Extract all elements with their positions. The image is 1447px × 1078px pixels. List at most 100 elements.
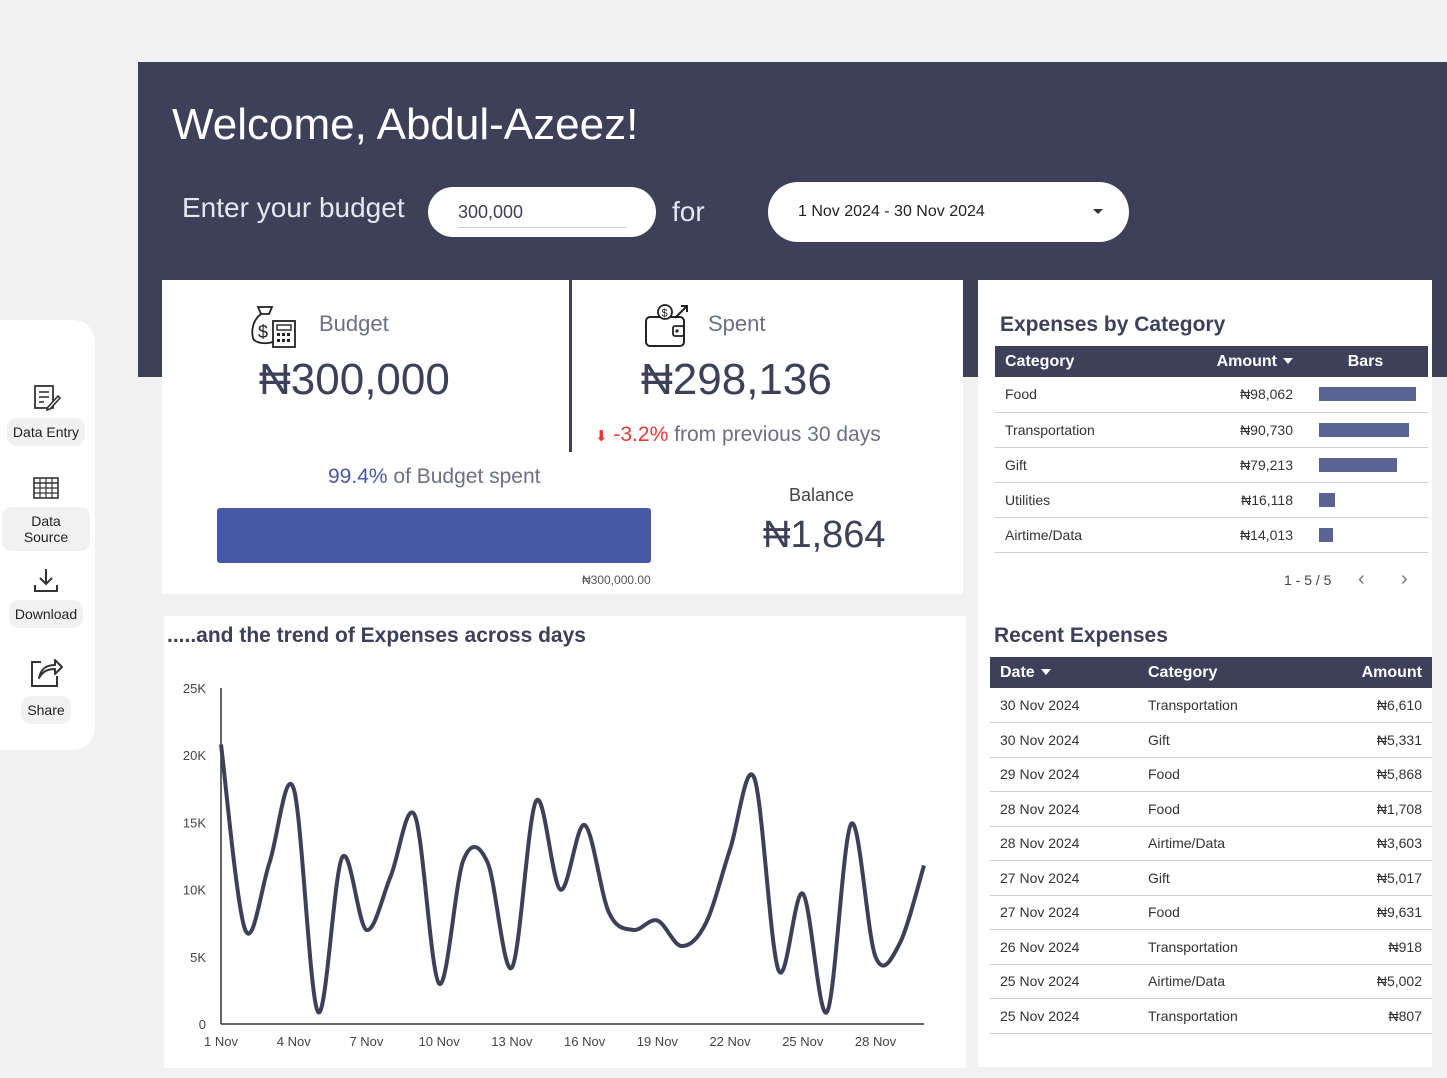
data-point xyxy=(461,858,465,862)
column-header-bars[interactable]: Bars xyxy=(1303,346,1428,377)
x-tick-label: 7 Nov xyxy=(349,1034,383,1049)
data-point xyxy=(413,814,417,818)
data-entry-icon xyxy=(34,385,61,412)
amount-cell: ₦14,013 xyxy=(1165,517,1303,553)
table-row[interactable]: 28 Nov 2024 Food ₦1,708 xyxy=(990,791,1432,827)
data-point xyxy=(801,892,805,896)
sidebar-item-label: Download xyxy=(8,600,84,628)
y-tick-label: 10K xyxy=(183,883,206,898)
sidebar-item-data-entry[interactable]: Data Entry xyxy=(6,382,86,446)
balance-label: Balance xyxy=(789,485,855,505)
wallet-icon: $ xyxy=(645,304,688,347)
chevron-down-icon xyxy=(1093,209,1103,214)
sidebar-item-share[interactable]: Share xyxy=(6,654,86,724)
column-header-date[interactable]: Date xyxy=(990,657,1138,688)
sidebar-item-label: Share xyxy=(21,696,71,724)
arrow-down-icon: ⬇ xyxy=(595,428,608,445)
progress-max-label: ₦300,000.00 xyxy=(582,573,651,587)
data-point xyxy=(219,742,223,746)
date-cell: 26 Nov 2024 xyxy=(990,929,1138,965)
budget-input[interactable] xyxy=(458,197,626,228)
kpi-divider xyxy=(569,280,572,452)
category-cell: Food xyxy=(1138,895,1308,930)
x-tick-label: 4 Nov xyxy=(277,1034,311,1049)
date-cell: 30 Nov 2024 xyxy=(990,688,1138,723)
amount-cell: ₦5,868 xyxy=(1308,757,1432,792)
amount-cell: ₦3,603 xyxy=(1308,826,1432,861)
category-cell: Gift xyxy=(1138,722,1308,758)
table-icon xyxy=(33,477,59,499)
date-cell: 30 Nov 2024 xyxy=(990,722,1138,758)
column-header-category[interactable]: Category xyxy=(1138,657,1308,688)
recent-expenses-table: Date Category Amount 30 Nov 2024 Transpor… xyxy=(990,657,1432,1034)
x-tick-label: 25 Nov xyxy=(782,1034,824,1049)
table-row[interactable]: 27 Nov 2024 Food ₦9,631 xyxy=(990,895,1432,930)
amount-cell: ₦79,213 xyxy=(1165,447,1303,483)
table-row[interactable]: Airtime/Data ₦14,013 xyxy=(995,517,1428,553)
x-tick-label: 19 Nov xyxy=(637,1034,679,1049)
chevron-left-icon[interactable]: ‹ xyxy=(1358,568,1365,591)
table-row[interactable]: 25 Nov 2024 Transportation ₦807 xyxy=(990,998,1432,1034)
sort-desc-icon xyxy=(1040,669,1051,676)
table-row[interactable]: Gift ₦79,213 xyxy=(995,447,1428,483)
category-table: Category Amount Bars Food ₦98,062 Transpor… xyxy=(995,346,1428,553)
sidebar-item-data-source[interactable]: Data Source xyxy=(2,475,90,551)
category-cell: Transportation xyxy=(1138,929,1308,965)
svg-text:$: $ xyxy=(258,322,268,342)
data-point xyxy=(922,863,926,867)
data-point xyxy=(583,823,587,827)
x-tick-label: 1 Nov xyxy=(204,1034,238,1049)
for-label: for xyxy=(672,196,705,227)
chevron-right-icon[interactable]: › xyxy=(1401,568,1408,591)
data-point xyxy=(874,955,878,959)
table-row[interactable]: 30 Nov 2024 Gift ₦5,331 xyxy=(990,722,1432,758)
sidebar: Data Entry Data Source Download Share xyxy=(0,320,95,750)
table-row[interactable]: 26 Nov 2024 Transportation ₦918 xyxy=(990,929,1432,965)
download-icon xyxy=(34,569,58,592)
amount-cell: ₦1,708 xyxy=(1308,791,1432,827)
column-header-amount[interactable]: Amount xyxy=(1165,346,1303,377)
table-row[interactable]: Food ₦98,062 xyxy=(995,377,1428,413)
category-cell: Transportation xyxy=(1138,688,1308,723)
table-row[interactable]: Utilities ₦16,118 xyxy=(995,482,1428,518)
bar-cell xyxy=(1303,412,1428,448)
date-range-select[interactable]: 1 Nov 2024 - 30 Nov 2024 xyxy=(768,182,1129,242)
data-point xyxy=(631,928,635,932)
table-row[interactable]: 28 Nov 2024 Airtime/Data ₦3,603 xyxy=(990,826,1432,861)
budget-input-container xyxy=(428,187,656,237)
y-tick-label: 5K xyxy=(190,950,206,965)
column-header-amount[interactable]: Amount xyxy=(1308,657,1432,688)
budget-spent-caption: 99.4% of Budget spent xyxy=(328,465,541,489)
table-row[interactable]: 30 Nov 2024 Transportation ₦6,610 xyxy=(990,688,1432,723)
data-point xyxy=(728,847,732,851)
category-table-title: Expenses by Category xyxy=(1000,313,1226,336)
data-point xyxy=(316,1010,320,1014)
data-point xyxy=(364,928,368,932)
category-cell: Transportation xyxy=(1138,998,1308,1034)
budget-label: Budget xyxy=(319,311,389,336)
table-row[interactable]: 25 Nov 2024 Airtime/Data ₦5,002 xyxy=(990,964,1432,999)
data-point xyxy=(267,861,271,865)
balance-value: ₦1,864 xyxy=(763,514,886,556)
category-cell: Food xyxy=(1138,757,1308,792)
budget-spent-pct: 99.4% xyxy=(328,465,388,488)
amount-cell: ₦90,730 xyxy=(1165,412,1303,448)
budget-spent-text: of Budget spent xyxy=(393,465,541,488)
bar-cell xyxy=(1303,377,1428,413)
data-point xyxy=(486,861,490,865)
x-tick-label: 10 Nov xyxy=(419,1034,461,1049)
sidebar-item-download[interactable]: Download xyxy=(6,566,86,628)
amount-cell: ₦98,062 xyxy=(1165,377,1303,413)
category-cell: Transportation xyxy=(995,412,1165,448)
sidebar-item-label: Data Source xyxy=(2,507,90,551)
column-header-category[interactable]: Category xyxy=(995,346,1165,377)
x-tick-label: 13 Nov xyxy=(491,1034,533,1049)
money-bag-calculator-icon: $ xyxy=(251,306,296,348)
table-row[interactable]: 27 Nov 2024 Gift ₦5,017 xyxy=(990,860,1432,896)
data-point xyxy=(243,928,247,932)
table-row[interactable]: Transportation ₦90,730 xyxy=(995,412,1428,448)
date-cell: 25 Nov 2024 xyxy=(990,964,1138,999)
bar-cell xyxy=(1303,447,1428,483)
table-row[interactable]: 29 Nov 2024 Food ₦5,868 xyxy=(990,757,1432,792)
data-point xyxy=(437,982,441,986)
